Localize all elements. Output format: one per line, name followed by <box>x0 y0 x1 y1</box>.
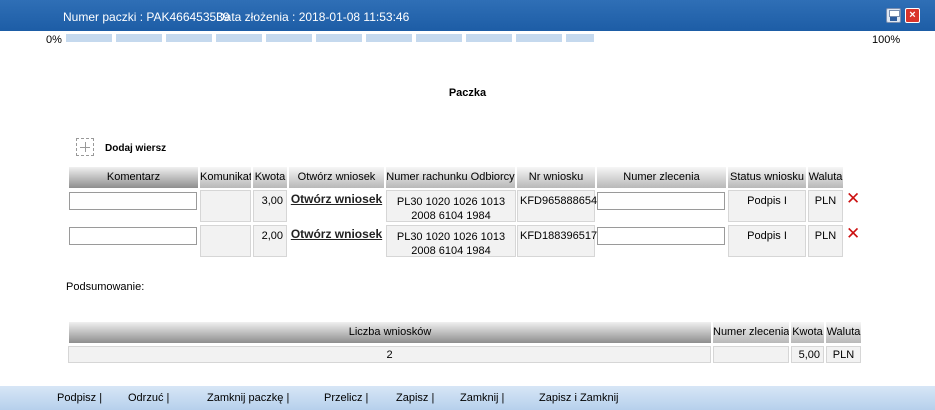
reject-button[interactable]: Odrzuć | <box>128 392 169 404</box>
open-request-cell: Otwórz wniosek <box>289 225 384 257</box>
col-header-message: Komunikat <box>199 167 251 188</box>
account-line-2: 2008 6104 1984 <box>411 210 491 222</box>
account-line-1: PL30 1020 1026 1013 <box>396 196 506 208</box>
close-package-button[interactable]: Zamknij paczkę | <box>207 392 289 404</box>
col-header-account: Numer rachunku Odbiorcy <box>385 167 515 188</box>
amount-cell: 3,00 <box>253 190 287 222</box>
progress-bar <box>66 34 594 42</box>
summary-label: Podsumowanie: <box>66 281 145 293</box>
summary-currency-cell: PLN <box>826 346 861 363</box>
close-button[interactable]: Zamknij | <box>460 392 504 404</box>
created-date: Data złożenia : 2018-01-08 11:53:46 <box>216 10 410 24</box>
package-number: Numer paczki : PAK466453539 <box>63 10 230 24</box>
status-cell: Podpis I <box>728 190 806 222</box>
summary-order-no-cell <box>713 346 789 363</box>
comment-input[interactable] <box>69 227 197 245</box>
order-no-input[interactable] <box>597 192 725 210</box>
open-request-link[interactable]: Otwórz wniosek <box>291 192 382 206</box>
close-icon[interactable]: × <box>905 8 920 23</box>
open-request-link[interactable]: Otwórz wniosek <box>291 227 382 241</box>
open-request-cell: Otwórz wniosek <box>289 190 384 222</box>
add-row-icon[interactable] <box>76 138 94 156</box>
account-line-2: 2008 6104 1984 <box>411 245 491 257</box>
summary-count-cell: 2 <box>68 346 711 363</box>
account-cell: PL30 1020 1026 1013 2008 6104 1984 <box>386 190 516 222</box>
col-header-amount: Kwota <box>252 167 287 188</box>
sign-button[interactable]: Podpisz | <box>57 392 102 404</box>
account-line-1: PL30 1020 1026 1013 <box>396 231 506 243</box>
request-no-cell: KFD188396517 <box>517 225 597 257</box>
progress-start-label: 0% <box>46 34 62 46</box>
message-cell <box>200 190 251 222</box>
recalculate-button[interactable]: Przelicz | <box>324 392 368 404</box>
account-cell: PL30 1020 1026 1013 2008 6104 1984 <box>386 225 516 257</box>
col-header-comment: Komentarz <box>68 167 198 188</box>
message-cell <box>200 225 251 257</box>
currency-cell: PLN <box>808 190 843 222</box>
footer-actions: Podpisz | Odrzuć | Zamknij paczkę | Prze… <box>0 386 935 410</box>
order-no-input[interactable] <box>597 227 725 245</box>
col-header-order-no: Numer zlecenia <box>596 167 726 188</box>
summary-header-currency: Waluta <box>825 322 861 343</box>
add-row-label[interactable]: Dodaj wiersz <box>105 143 166 154</box>
request-no-cell: KFD965888654 <box>517 190 597 222</box>
currency-cell: PLN <box>808 225 843 257</box>
col-header-status: Status wniosku <box>727 167 806 188</box>
col-header-request-no: Nr wniosku <box>516 167 595 188</box>
summary-header-order-no: Numer zlecenia <box>712 322 789 343</box>
summary-amount-cell: 5,00 <box>791 346 824 363</box>
floppy-disk-icon[interactable] <box>886 8 901 23</box>
delete-x-icon[interactable]: ✕ <box>846 225 860 242</box>
status-cell: Podpis I <box>728 225 806 257</box>
progress-end-label: 100% <box>872 34 901 46</box>
amount-cell: 2,00 <box>253 225 287 257</box>
summary-header-amount: Kwota <box>790 322 824 343</box>
summary-header-count: Liczba wniosków <box>68 322 711 343</box>
page-title: Paczka <box>448 87 487 99</box>
col-header-open-request: Otwórz wniosek <box>288 167 384 188</box>
save-button[interactable]: Zapisz | <box>396 392 434 404</box>
col-header-currency: Waluta <box>807 167 843 188</box>
save-and-close-button[interactable]: Zapisz i Zamknij <box>539 392 618 404</box>
comment-input[interactable] <box>69 192 197 210</box>
delete-x-icon[interactable]: ✕ <box>846 190 860 207</box>
window-titlebar: Numer paczki : PAK466453539 Data złożeni… <box>0 0 935 31</box>
